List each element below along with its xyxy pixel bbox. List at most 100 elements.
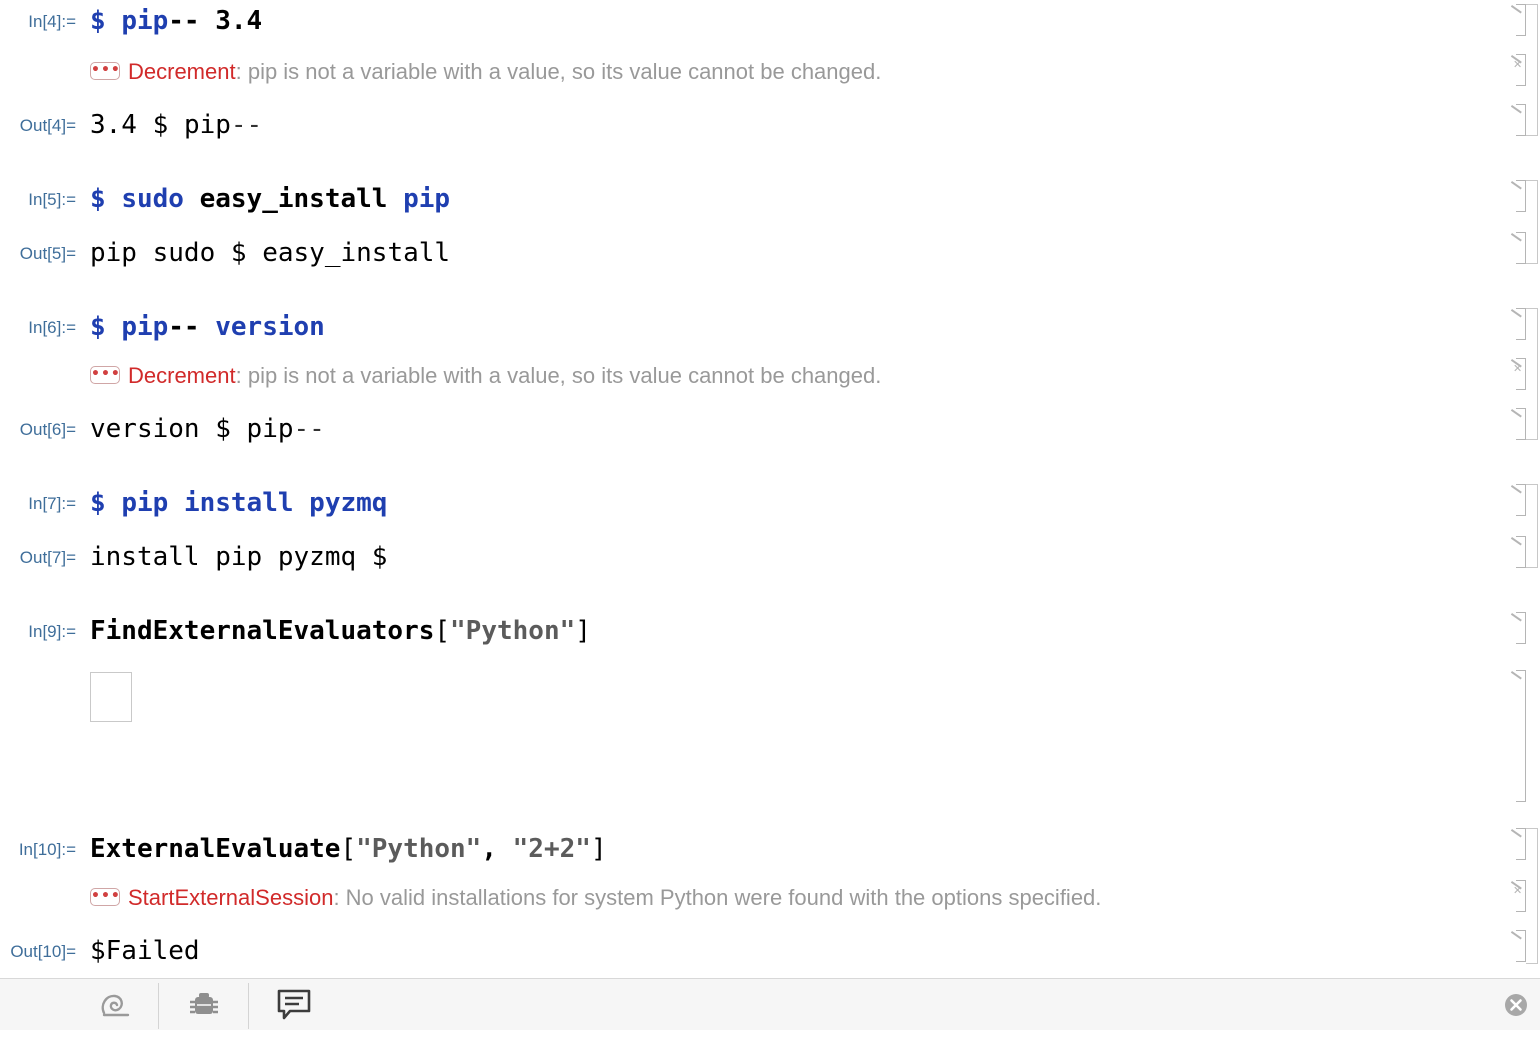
token: ]	[590, 834, 607, 864]
out-label: Out[5]=	[19, 244, 76, 263]
in-label: In[5]:=	[28, 190, 76, 209]
token: sudo	[121, 184, 184, 214]
out-label: Out[10]=	[10, 942, 76, 961]
message: ••• Decrement: pip is not a variable with…	[90, 363, 882, 388]
token: ,	[481, 834, 513, 864]
output-code[interactable]: $Failed	[90, 934, 200, 968]
in-label: In[10]:=	[18, 840, 76, 859]
cell-bracket[interactable]	[1511, 232, 1526, 264]
message: ••• StartExternalSession: No valid instal…	[90, 885, 1102, 910]
group-bracket[interactable]	[1526, 4, 1538, 136]
out-label: Out[7]=	[19, 548, 76, 567]
message: ••• Decrement: pip is not a variable with…	[90, 59, 882, 84]
token: pip	[90, 238, 137, 268]
token: $	[215, 414, 231, 444]
group-bracket[interactable]	[1526, 180, 1538, 264]
output-code[interactable]: install pip pyzmq $	[90, 540, 387, 574]
token: ]	[575, 616, 591, 646]
token: pip	[121, 488, 169, 518]
message-tag[interactable]: StartExternalSession	[128, 885, 333, 910]
token: --	[293, 414, 325, 444]
token: $	[371, 542, 388, 572]
token: sudo	[152, 238, 216, 268]
cell-bracket[interactable]	[1511, 612, 1526, 644]
cell-bracket[interactable]	[1511, 408, 1526, 440]
token: 3.4	[90, 110, 137, 140]
cell-bracket[interactable]	[1511, 484, 1526, 516]
message-text: pip is not a variable with a value, so i…	[247, 363, 882, 388]
token: pip	[215, 542, 263, 572]
message-more-button[interactable]: •••	[90, 888, 120, 907]
input-code[interactable]: FindExternalEvaluators["Python"]	[90, 614, 591, 648]
message-bracket[interactable]: ✕	[1511, 358, 1526, 390]
input-code[interactable]: $ pip install pyzmq	[90, 486, 387, 520]
token: pyzmq	[309, 488, 388, 518]
spiral-icon[interactable]	[96, 987, 132, 1023]
token: --	[230, 110, 263, 140]
output-code[interactable]: pip sudo $ easy_install	[90, 236, 450, 270]
token: 3.4	[215, 6, 263, 36]
cell-bracket[interactable]	[1511, 930, 1526, 962]
token: $	[90, 488, 106, 518]
token: pip	[121, 312, 169, 342]
notebook: In[4]:= $ pip-- 3.4 ••• Decrement: pip is…	[0, 0, 1540, 978]
token: --	[168, 312, 200, 342]
out-label: Out[6]=	[19, 420, 76, 439]
cell-bracket[interactable]	[1511, 828, 1526, 860]
token: [	[340, 834, 357, 864]
input-code[interactable]: ExternalEvaluate["Python", "2+2"]	[90, 832, 607, 866]
message-bracket[interactable]: ✕	[1511, 54, 1526, 86]
token: $	[90, 6, 106, 36]
token: --	[168, 6, 200, 36]
cell-bracket[interactable]	[1511, 180, 1526, 212]
function-name: FindExternalEvaluators	[90, 616, 435, 646]
message-tag[interactable]: Decrement	[128, 59, 236, 84]
string-token: "Python"	[356, 834, 482, 864]
output-code[interactable]: 3.4 $ pip--	[90, 108, 262, 142]
cell-bracket[interactable]	[1511, 308, 1526, 340]
group-bracket[interactable]	[1526, 308, 1538, 440]
message-text: pip is not a variable with a value, so i…	[247, 59, 882, 84]
string-token: "2+2"	[512, 834, 591, 864]
token: install	[90, 542, 200, 572]
message-bracket[interactable]: ✕	[1511, 880, 1526, 912]
out-label: Out[4]=	[19, 116, 76, 135]
debugger-icon[interactable]	[186, 987, 222, 1023]
token: $	[230, 238, 247, 268]
input-code[interactable]: $ sudo easy_install pip	[90, 182, 450, 216]
token: version	[90, 414, 200, 444]
token: easy_install	[199, 184, 388, 214]
token: install	[183, 488, 294, 518]
token: $	[90, 184, 106, 214]
function-name: ExternalEvaluate	[90, 834, 341, 864]
output-code[interactable]: version $ pip--	[90, 412, 325, 446]
bottom-toolbar	[0, 978, 1540, 1030]
token: pip	[403, 184, 451, 214]
message-text: No valid installations for system Python…	[345, 885, 1102, 910]
group-bracket[interactable]	[1526, 828, 1538, 964]
group-bracket[interactable]	[1526, 484, 1538, 568]
message-tag[interactable]: Decrement	[128, 363, 236, 388]
in-label: In[4]:=	[28, 12, 76, 31]
cell-bracket[interactable]	[1511, 104, 1526, 136]
input-code[interactable]: $ pip-- 3.4	[90, 4, 262, 38]
string-token: "Python"	[450, 616, 576, 646]
token: pip	[121, 6, 169, 36]
token: easy_install	[262, 238, 451, 268]
token: pyzmq	[277, 542, 357, 572]
message-more-button[interactable]: •••	[90, 366, 120, 385]
cell-bracket[interactable]	[1511, 536, 1526, 568]
output-placeholder[interactable]	[90, 672, 132, 722]
token: pip	[246, 414, 294, 444]
message-more-button[interactable]: •••	[90, 62, 120, 81]
in-label: In[7]:=	[28, 494, 76, 513]
close-circle-icon[interactable]	[1504, 993, 1528, 1017]
in-label: In[6]:=	[28, 318, 76, 337]
cell-bracket[interactable]	[1511, 670, 1526, 802]
token: $	[90, 312, 106, 342]
message-icon[interactable]	[276, 987, 312, 1023]
token: $	[152, 110, 169, 140]
input-code[interactable]: $ pip-- version	[90, 310, 325, 344]
in-label: In[9]:=	[28, 622, 76, 641]
cell-bracket[interactable]	[1511, 4, 1526, 36]
